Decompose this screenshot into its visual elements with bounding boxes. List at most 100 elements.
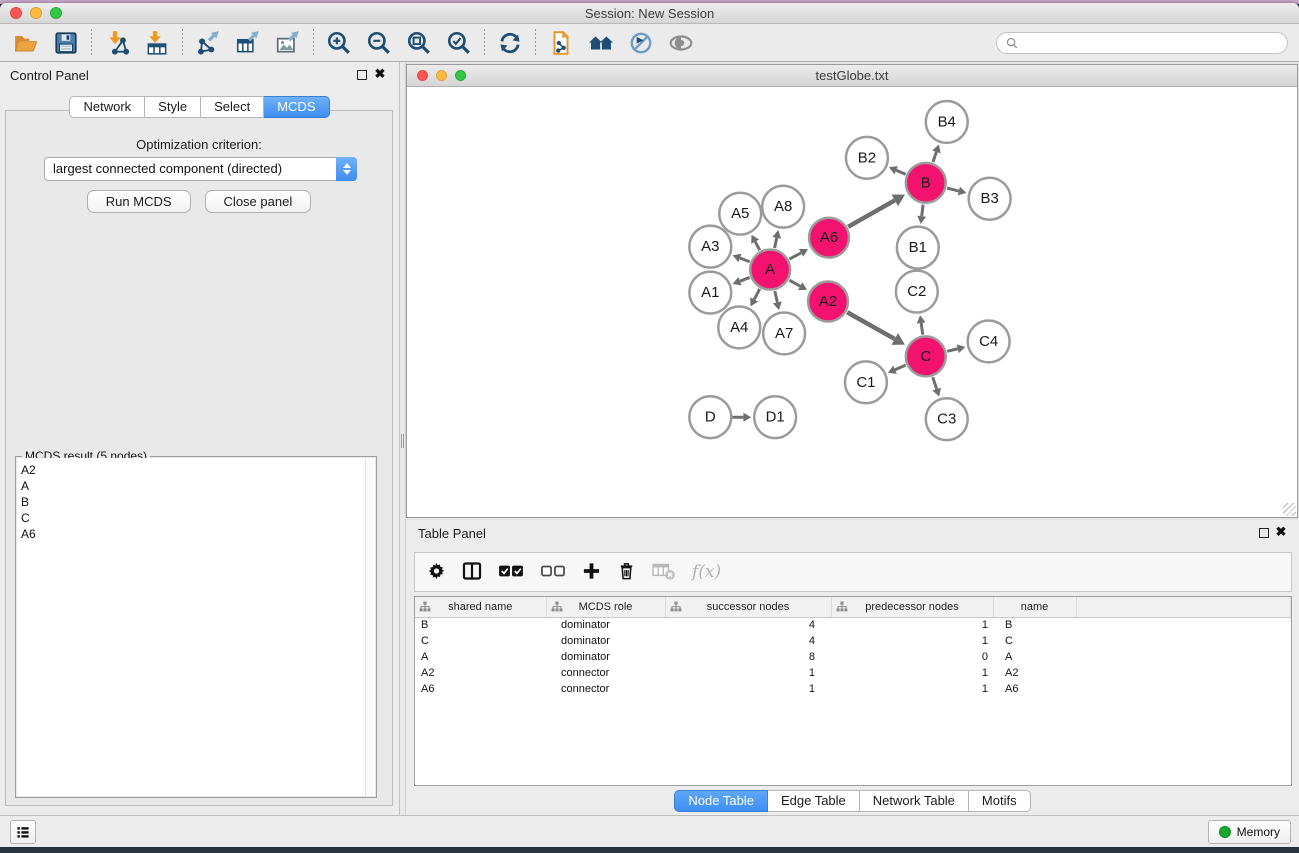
column-header-name[interactable]: name [993, 597, 1076, 617]
table-cell[interactable]: B [415, 617, 546, 633]
run-mcds-button[interactable]: Run MCDS [87, 190, 191, 213]
table-cell[interactable]: dominator [546, 633, 665, 649]
result-scrollbar[interactable] [365, 458, 375, 796]
mcds-result-item[interactable]: C [21, 510, 375, 526]
graph-edge-C-C4[interactable] [947, 349, 958, 352]
graph-edge-A-A4[interactable] [754, 289, 760, 300]
graph-edge-B-B4[interactable] [933, 152, 936, 162]
mcds-result-item[interactable]: A6 [21, 526, 375, 542]
graphics-details-button[interactable] [621, 28, 661, 58]
graph-edge-B-B2[interactable] [896, 170, 905, 174]
column-header-successor-nodes[interactable]: successor nodes [665, 597, 831, 617]
graph-edge-A-A8[interactable] [775, 238, 777, 248]
add-row-button[interactable] [582, 559, 601, 585]
table-cell[interactable]: A [993, 649, 1076, 665]
table-cell[interactable]: A6 [415, 681, 546, 697]
deselect-all-button[interactable] [540, 559, 566, 585]
graph-edge-C-C1[interactable] [895, 365, 906, 370]
table-cell[interactable]: 1 [831, 665, 993, 681]
zoom-fit-button[interactable] [399, 28, 439, 58]
float-panel-icon[interactable] [357, 70, 367, 80]
refresh-view-button[interactable] [490, 28, 530, 58]
table-cell[interactable]: connector [546, 681, 665, 697]
graph-edge-C-C3[interactable] [933, 377, 937, 389]
delete-row-button[interactable] [617, 559, 636, 585]
show-hide-panels-button[interactable] [661, 28, 701, 58]
import-network-button[interactable] [97, 28, 137, 58]
tab-network[interactable]: Network [69, 96, 145, 118]
graph-edge-A-A7[interactable] [775, 291, 777, 302]
search-field[interactable] [996, 32, 1288, 54]
tab-edge-table[interactable]: Edge Table [768, 790, 860, 812]
table-row[interactable]: Cdominator41C [415, 633, 1291, 649]
table-row[interactable]: Adominator80A [415, 649, 1291, 665]
graph-edge-A2-C[interactable] [847, 312, 895, 339]
graph-edge-A-A1[interactable] [740, 277, 750, 281]
column-header-shared-name[interactable]: shared name [415, 597, 546, 617]
table-cell[interactable]: C [993, 633, 1076, 649]
first-neighbors-button[interactable] [581, 28, 621, 58]
zoom-in-button[interactable] [319, 28, 359, 58]
column-header-predecessor-nodes[interactable]: predecessor nodes [831, 597, 993, 617]
optimization-criterion-select[interactable]: largest connected component (directed) [44, 157, 357, 181]
open-file-button[interactable] [6, 28, 46, 58]
search-input[interactable] [1023, 36, 1279, 50]
table-cell[interactable]: 8 [665, 649, 831, 665]
table-cell[interactable]: A2 [993, 665, 1076, 681]
table-cell[interactable]: 4 [665, 633, 831, 649]
table-cell[interactable]: connector [546, 665, 665, 681]
save-session-button[interactable] [46, 28, 86, 58]
resize-grip-icon[interactable] [1283, 503, 1296, 516]
mcds-result-list[interactable]: A2ABCA6 [17, 458, 375, 796]
table-cell[interactable]: C [415, 633, 546, 649]
columns-button[interactable] [462, 559, 482, 585]
close-panel-icon[interactable]: ✖ [373, 67, 387, 81]
table-float-panel-icon[interactable] [1259, 528, 1269, 538]
table-row[interactable]: Bdominator41B [415, 617, 1291, 633]
tab-style[interactable]: Style [145, 96, 201, 118]
table-row[interactable]: A2connector11A2 [415, 665, 1291, 681]
table-cell[interactable]: 1 [831, 681, 993, 697]
table-cell[interactable]: 0 [831, 649, 993, 665]
clone-network-button[interactable] [541, 28, 581, 58]
node-table[interactable]: shared nameMCDS rolesuccessor nodesprede… [414, 596, 1292, 786]
tab-network-table[interactable]: Network Table [860, 790, 969, 812]
export-image-button[interactable] [268, 28, 308, 58]
select-all-button[interactable] [498, 559, 524, 585]
memory-button[interactable]: Memory [1208, 820, 1291, 844]
table-cell[interactable]: 1 [665, 665, 831, 681]
zoom-selected-button[interactable] [439, 28, 479, 58]
table-cell[interactable]: 1 [665, 681, 831, 697]
tab-motifs[interactable]: Motifs [969, 790, 1031, 812]
function-builder-button[interactable]: f(x) [692, 559, 721, 585]
mcds-result-item[interactable]: A [21, 478, 375, 494]
tab-select[interactable]: Select [201, 96, 264, 118]
graph-edge-B-B3[interactable] [947, 188, 959, 191]
network-canvas[interactable]: B4B2BB3A8A5A6A3B1AA1C2A2A4A7C4CC1C3DD1 [407, 88, 1297, 517]
table-cell[interactable]: A [415, 649, 546, 665]
table-cell[interactable]: 4 [665, 617, 831, 633]
import-table-button[interactable] [137, 28, 177, 58]
mcds-result-item[interactable]: B [21, 494, 375, 510]
task-history-button[interactable] [10, 820, 36, 844]
table-close-panel-icon[interactable]: ✖ [1274, 525, 1288, 539]
graph-edge-B-B1[interactable] [922, 205, 923, 217]
table-cell[interactable]: A2 [415, 665, 546, 681]
graph-edge-C-C2[interactable] [921, 323, 923, 335]
zoom-out-button[interactable] [359, 28, 399, 58]
gear-button[interactable] [427, 559, 446, 585]
export-table-button[interactable] [228, 28, 268, 58]
close-panel-button[interactable]: Close panel [205, 190, 312, 213]
table-cell[interactable]: A6 [993, 681, 1076, 697]
column-header-MCDS-role[interactable]: MCDS role [546, 597, 665, 617]
table-cell[interactable]: 1 [831, 633, 993, 649]
graph-edge-A6-B[interactable] [848, 200, 895, 226]
tab-node-table[interactable]: Node Table [674, 790, 768, 812]
delete-table-button[interactable] [652, 559, 676, 585]
mcds-result-item[interactable]: A2 [21, 462, 375, 478]
graph-edge-A-A5[interactable] [755, 242, 760, 251]
table-cell[interactable]: 1 [831, 617, 993, 633]
panel-split-divider[interactable] [399, 62, 406, 815]
graph-edge-A-A2[interactable] [789, 280, 800, 286]
export-network-button[interactable] [188, 28, 228, 58]
